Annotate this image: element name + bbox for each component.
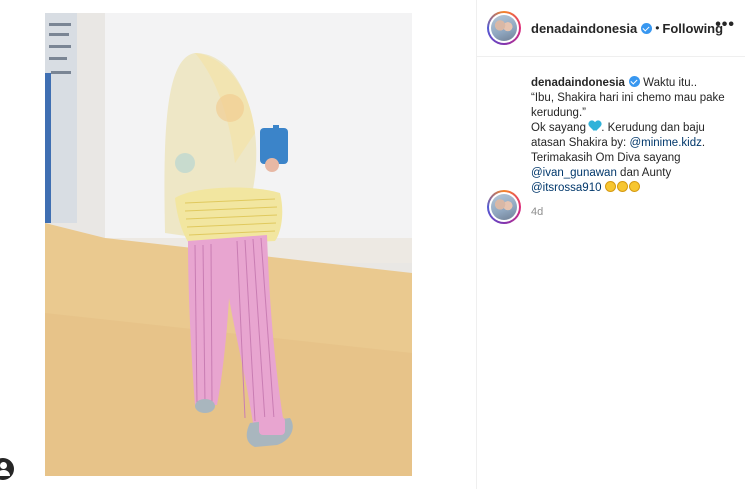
- caption-author-avatar[interactable]: [487, 190, 521, 224]
- post-photo[interactable]: [45, 13, 412, 476]
- hugging-face-icon: [628, 181, 640, 192]
- mention-link[interactable]: @itsrossa910: [531, 182, 601, 194]
- verified-badge-icon: [628, 76, 640, 87]
- caption-line: Ok sayang: [531, 122, 586, 134]
- caption-line: Waktu itu..: [643, 77, 698, 89]
- caption-comment: denadaindonesia Waktu itu.. “Ibu, Shakir…: [477, 57, 745, 224]
- caption-username[interactable]: denadaindonesia: [531, 77, 625, 89]
- caption-line: dan Aunty: [616, 167, 672, 179]
- caption-text: denadaindonesia Waktu itu.. “Ibu, Shakir…: [531, 76, 736, 196]
- post-timestamp[interactable]: 4d: [531, 206, 735, 218]
- user-profile-icon[interactable]: [0, 458, 14, 480]
- post-details-pane: denadaindonesia • Following ••• denadain…: [476, 0, 745, 489]
- more-options-icon[interactable]: •••: [715, 16, 735, 34]
- caption-line: kerudung.”: [531, 107, 586, 119]
- verified-badge-icon: [641, 22, 653, 34]
- post-header: denadaindonesia • Following •••: [477, 0, 745, 57]
- post-photo-image: [45, 13, 412, 476]
- caption-line: . Kerudung dan baju: [601, 122, 705, 134]
- blue-heart-icon: [589, 121, 601, 132]
- caption-line: “Ibu, Shakira hari ini chemo mau pake: [531, 92, 725, 104]
- hugging-face-icon: [604, 181, 616, 192]
- author-username[interactable]: denadaindonesia: [531, 21, 637, 36]
- mention-link[interactable]: @minime.kidz: [629, 137, 701, 149]
- media-pane: [0, 0, 476, 489]
- header-separator: •: [655, 21, 660, 35]
- caption-line: Terimakasih Om Diva sayang: [531, 152, 681, 164]
- hugging-face-icon: [616, 181, 628, 192]
- caption-line: atasan Shakira by:: [531, 137, 630, 149]
- author-avatar[interactable]: [487, 11, 521, 45]
- following-button[interactable]: Following: [662, 21, 723, 36]
- mention-link[interactable]: @ivan_gunawan: [531, 167, 617, 179]
